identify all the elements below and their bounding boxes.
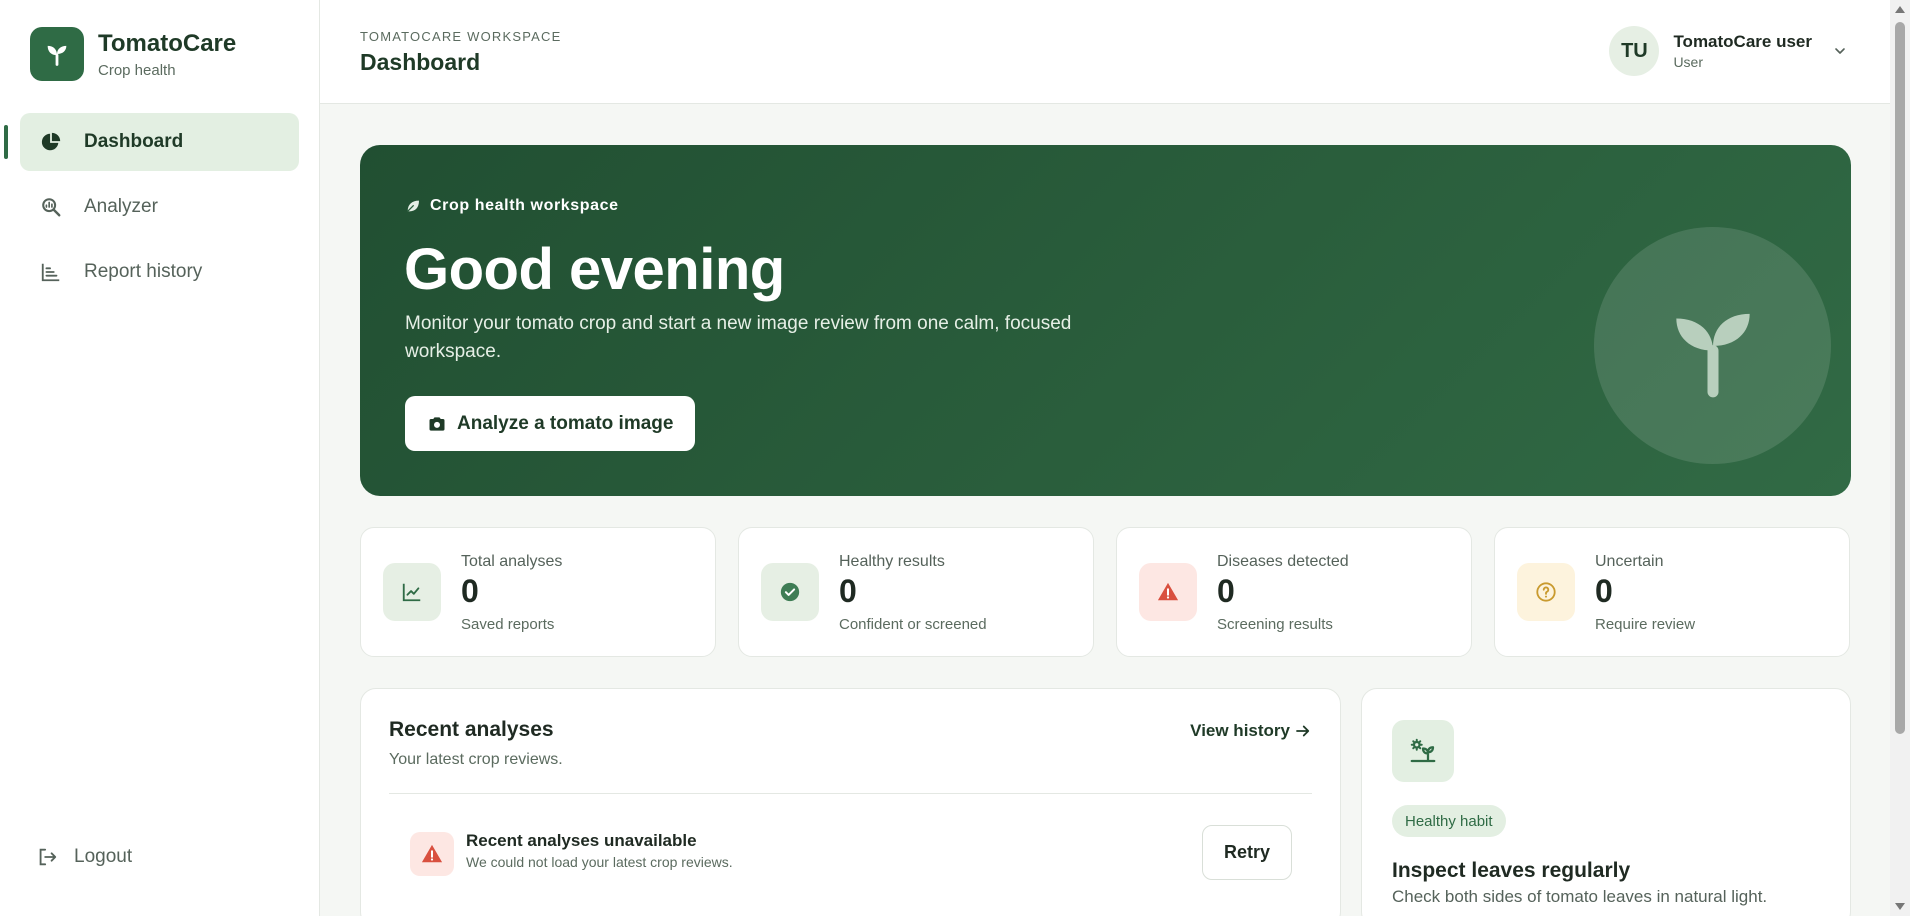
greeting-title: Good evening	[404, 237, 785, 302]
retry-button[interactable]: Retry	[1202, 825, 1292, 880]
stat-label: Diseases detected	[1217, 553, 1349, 570]
tip-card: Healthy habit Inspect leaves regularly C…	[1361, 688, 1851, 916]
sidebar-item-label: Report history	[84, 261, 203, 282]
stat-card-total-analyses: Total analyses 0 Saved reports	[360, 527, 716, 657]
stat-caption: Screening results	[1217, 616, 1333, 633]
page-scrollbar[interactable]	[1890, 0, 1910, 916]
pie-chart-icon	[38, 129, 64, 155]
sidebar-item-analyzer[interactable]: Analyzer	[20, 178, 299, 236]
stat-card-healthy-results: Healthy results 0 Confident or screened	[738, 527, 1094, 657]
user-menu[interactable]: TU TomatoCare user User	[1609, 26, 1848, 76]
chevron-down-icon	[1832, 43, 1848, 59]
scroll-down-arrow-icon[interactable]	[1895, 903, 1905, 910]
stat-label: Total analyses	[461, 553, 563, 570]
check-circle-icon	[761, 563, 819, 621]
hero-banner: Crop health workspace Good evening Monit…	[360, 145, 1851, 496]
brand-name: TomatoCare	[98, 29, 237, 57]
stat-card-uncertain: Uncertain 0 Require review	[1494, 527, 1850, 657]
trend-chart-icon	[383, 563, 441, 621]
app-root: TomatoCare Crop health Dashboard Analyze…	[0, 0, 1910, 916]
logout-label: Logout	[74, 846, 133, 867]
divider	[389, 793, 1312, 794]
stat-value: 0	[1217, 573, 1235, 609]
sidebar-item-report-history[interactable]: Report history	[20, 243, 299, 301]
recent-analyses-subtitle: Your latest crop reviews.	[389, 751, 563, 768]
brand-subtitle: Crop health	[98, 61, 176, 79]
magnifier-analyze-icon	[38, 194, 64, 220]
stat-caption: Confident or screened	[839, 616, 987, 633]
error-message: We could not load your latest crop revie…	[466, 854, 733, 870]
tip-text: Check both sides of tomato leaves in nat…	[1392, 887, 1768, 906]
sidebar-item-dashboard[interactable]: Dashboard	[4, 113, 299, 171]
plant-care-icon	[1392, 720, 1454, 782]
stat-label: Healthy results	[839, 553, 945, 570]
question-circle-icon	[1517, 563, 1575, 621]
warning-icon	[1139, 563, 1197, 621]
top-header: TOMATOCARE WORKSPACE Dashboard TU Tomato…	[320, 0, 1890, 104]
analyze-image-button[interactable]: Analyze a tomato image	[405, 396, 696, 451]
arrow-right-icon	[1294, 722, 1312, 740]
error-title: Recent analyses unavailable	[466, 831, 697, 850]
user-role: User	[1673, 54, 1703, 70]
logout-button[interactable]: Logout	[36, 846, 132, 868]
stat-value: 0	[1595, 573, 1613, 609]
sidebar: TomatoCare Crop health Dashboard Analyze…	[0, 0, 320, 916]
workspace-label: TOMATOCARE WORKSPACE	[360, 29, 562, 44]
stat-caption: Saved reports	[461, 616, 555, 633]
sidebar-nav: Dashboard Analyzer Report history	[4, 113, 299, 308]
tip-title: Inspect leaves regularly	[1392, 859, 1631, 882]
stat-value: 0	[839, 573, 857, 609]
brand[interactable]: TomatoCare Crop health	[30, 27, 236, 81]
hero-kicker-label: Crop health workspace	[430, 197, 619, 214]
scroll-up-arrow-icon[interactable]	[1895, 6, 1905, 13]
recent-analyses-title: Recent analyses	[389, 718, 554, 741]
hero-description: Monitor your tomato crop and start a new…	[405, 313, 1072, 362]
logout-icon	[36, 846, 58, 868]
warning-icon	[410, 832, 454, 876]
camera-icon	[427, 414, 447, 434]
sprout-illustration-icon	[1594, 227, 1831, 464]
tip-badge: Healthy habit	[1392, 805, 1506, 837]
avatar: TU	[1609, 26, 1660, 76]
scrollbar-thumb[interactable]	[1895, 22, 1905, 734]
stat-value: 0	[461, 573, 479, 609]
user-name: TomatoCare user	[1673, 32, 1812, 51]
recent-analyses-card: Recent analyses Your latest crop reviews…	[360, 688, 1341, 916]
view-history-link[interactable]: View history	[1190, 721, 1312, 741]
sprout-logo-icon	[30, 27, 84, 81]
stat-caption: Require review	[1595, 616, 1696, 633]
stat-card-diseases-detected: Diseases detected 0 Screening results	[1116, 527, 1472, 657]
stat-label: Uncertain	[1595, 553, 1664, 570]
analyze-button-label: Analyze a tomato image	[457, 412, 674, 434]
sidebar-item-label: Dashboard	[84, 131, 184, 152]
hero-kicker: Crop health workspace	[405, 197, 619, 215]
view-history-label: View history	[1190, 721, 1290, 740]
page-title: Dashboard	[360, 49, 481, 75]
bar-list-icon	[38, 259, 64, 285]
sidebar-item-label: Analyzer	[84, 196, 158, 217]
leaf-icon	[405, 198, 421, 214]
